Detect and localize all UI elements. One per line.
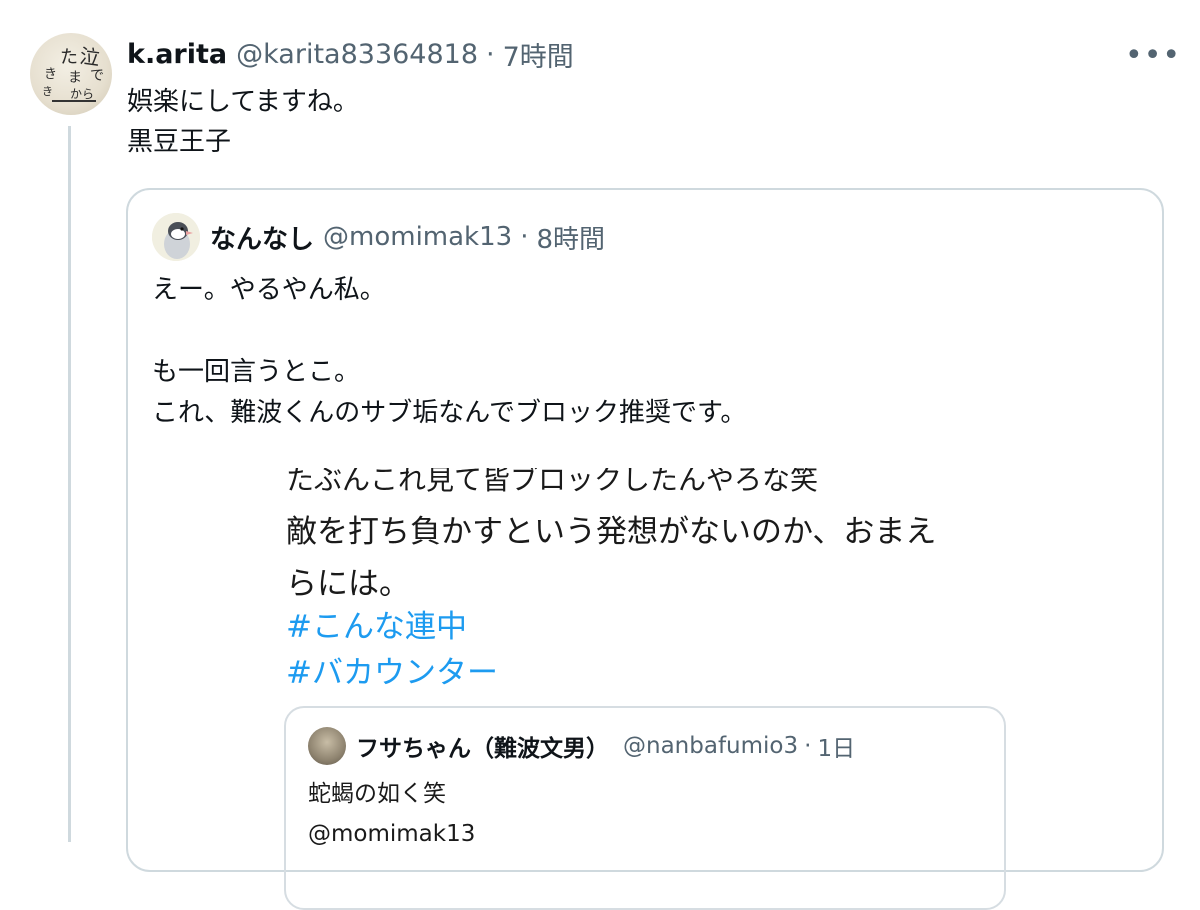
tweet-header: k.arita @karita83364818 · 7時間 xyxy=(127,35,574,74)
quote-header: なんなし @momimak13 · 8時間 xyxy=(210,219,605,255)
hashtag-link[interactable]: #こんな連中 xyxy=(286,604,467,650)
screenshot-body-text: 敵を打ち負かすという発想がないのか、おまえ らには。 xyxy=(286,514,937,602)
avatar-calligraphy: た xyxy=(60,47,78,68)
inner-timestamp[interactable]: 1日 xyxy=(817,729,855,763)
hashtag-link[interactable]: #バカウンター xyxy=(286,650,498,696)
quote-author-handle[interactable]: @momimak13 xyxy=(323,222,512,252)
inner-author-handle[interactable]: @nanbafumio3 xyxy=(623,733,798,759)
screenshot-crop-edge xyxy=(270,444,1030,468)
separator-dot: · xyxy=(520,222,529,252)
inner-text: 蛇蝎の如く笑 @momimak13 xyxy=(308,781,476,847)
avatar-underline xyxy=(52,100,96,102)
quote-timestamp[interactable]: 8時間 xyxy=(536,219,605,256)
tweet-text: 娯楽にしてますね。 黒豆王子 xyxy=(127,82,359,162)
bird-icon xyxy=(152,213,200,261)
thread-line xyxy=(68,126,71,842)
avatar-calligraphy: ま xyxy=(68,70,82,86)
separator-dot: · xyxy=(804,733,812,759)
quote-text: えー。やるやん私。 も一回言うとこ。 これ、難波くんのサブ垢なんでブロック推奨で… xyxy=(152,275,747,428)
quote-avatar[interactable] xyxy=(152,213,200,261)
avatar-calligraphy: き xyxy=(44,67,58,82)
author-name[interactable]: k.arita xyxy=(127,39,227,70)
inner-avatar[interactable] xyxy=(308,727,346,765)
quote-author-name[interactable]: なんなし xyxy=(210,219,314,256)
avatar-calligraphy: き xyxy=(42,85,53,98)
timestamp[interactable]: 7時間 xyxy=(503,35,574,74)
tweet-text-line: 黒豆王子 xyxy=(127,127,232,157)
inner-author-name[interactable]: フサちゃん（難波文男） xyxy=(356,729,609,763)
avatar-calligraphy: で xyxy=(90,68,104,84)
avatar[interactable]: 泣 た で ま き から き xyxy=(30,33,112,115)
separator-dot: · xyxy=(486,38,495,70)
more-horizontal-icon[interactable]: ••• xyxy=(1125,38,1181,73)
author-handle[interactable]: @karita83364818 xyxy=(236,39,478,70)
inner-header: フサちゃん（難波文男） @nanbafumio3 · 1日 xyxy=(356,728,855,764)
tweet-text-line: 娯楽にしてますね。 xyxy=(127,87,359,117)
